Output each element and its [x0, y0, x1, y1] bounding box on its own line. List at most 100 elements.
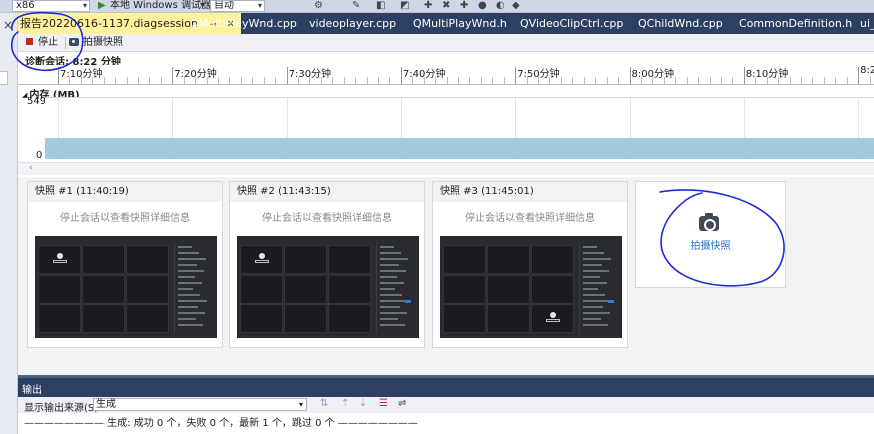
snapshot-card-3[interactable]: 快照 #3 (11:45:01) 停止会话以查看快照详细信息 — [432, 181, 628, 348]
take-snapshot-card[interactable]: 拍摄快照 — [635, 181, 786, 288]
tab-ui[interactable]: ui_ — [860, 13, 874, 34]
timeline-minor-tick — [320, 77, 322, 84]
tab-qchildwnd-cpp[interactable]: QChildWnd.cpp — [638, 13, 723, 34]
thumbnail-list-line — [380, 282, 404, 284]
thumbnail-badge-dot — [550, 312, 556, 318]
play-icon[interactable]: ▶ — [98, 0, 106, 11]
timeline-minor-tick — [309, 77, 311, 84]
take-snapshot-link[interactable]: 拍摄快照 — [636, 237, 785, 252]
snapshot-card-1[interactable]: 快照 #1 (11:40:19) 停止会话以查看快照详细信息 — [27, 181, 223, 348]
close-icon[interactable]: × — [3, 18, 13, 32]
thumbnail-video-cell — [328, 245, 371, 274]
thumbnail-video-cell — [328, 304, 371, 333]
thumbnail-list-line — [380, 270, 406, 272]
tab-qvideoclipctrl-cpp[interactable]: QVideoClipCtrl.cpp — [520, 13, 623, 34]
thumbnail-list-line — [380, 246, 394, 248]
timeline-minor-tick — [812, 77, 814, 84]
timeline-minor-tick — [138, 77, 139, 84]
toolbar-tool-icon[interactable]: ◆ — [512, 0, 520, 11]
output-source-select[interactable]: 生成 ▾ — [93, 398, 307, 411]
stop-button[interactable]: 停止 — [26, 36, 58, 50]
thumbnail-badge-caption — [255, 260, 269, 263]
tab-label: videoplayer.cpp — [309, 17, 397, 30]
timeline-minor-tick — [766, 77, 768, 84]
thumbnail-side-list — [579, 242, 619, 334]
snapshot-title: 快照 #1 (11:40:19) — [28, 182, 222, 202]
toolbar-tool-icon[interactable]: ◐ — [496, 0, 505, 11]
y-axis-max: 549 — [27, 96, 47, 107]
thumbnail-badge-caption — [546, 319, 560, 322]
debugger-dropdown-icon[interactable]: ▾ — [200, 0, 872, 9]
find-message-icon[interactable]: ⇅ — [320, 398, 328, 409]
toolbar-tool-icon[interactable]: ◩ — [400, 0, 409, 11]
next-message-icon[interactable]: ⇣ — [359, 398, 367, 409]
toolbar-tool-icon[interactable]: ◧ — [376, 0, 385, 11]
timeline-minor-tick — [778, 77, 780, 84]
memory-chart[interactable] — [45, 97, 874, 160]
thumbnail-video-cell — [240, 304, 283, 333]
output-source-value: 生成 — [96, 399, 116, 410]
chevron-left-icon[interactable]: ‹ — [29, 163, 33, 173]
tab-label: QVideoClipCtrl.cpp — [520, 17, 624, 30]
thumbnail-list-line — [583, 306, 603, 308]
debugger-label[interactable]: 本地 Windows 调试器 — [110, 0, 211, 11]
tab-commondefinition-h[interactable]: CommonDefinition.h — [739, 13, 852, 34]
output-title: 输出 — [22, 385, 42, 396]
timeline-minor-tick — [252, 77, 254, 84]
stop-label: 停止 — [38, 37, 58, 48]
toolbar-tool-icon[interactable]: ⚙ — [314, 0, 323, 11]
tab-qmultiplaywnd-h[interactable]: QMultiPlayWnd.h — [413, 13, 507, 34]
timeline-minor-tick — [126, 77, 128, 84]
tab-label: QMultiPlayWnd.h — [413, 17, 507, 30]
tab-label: QMultiPlayWnd.cpp — [190, 17, 297, 30]
thumbnail-list-line — [178, 312, 205, 314]
toolbar-tool-icon[interactable]: ✚ — [424, 0, 432, 11]
tab-videoplayer-cpp[interactable]: videoplayer.cpp — [309, 13, 396, 34]
thumbnail-list-line — [583, 258, 611, 260]
thumbnail-video-cell — [487, 274, 530, 304]
thumbnail-list-line — [380, 258, 408, 260]
snapshot-card-2[interactable]: 快照 #2 (11:43:15) 停止会话以查看快照详细信息 — [229, 181, 425, 348]
y-axis-min: 0 — [36, 150, 43, 161]
thumbnail-list-line — [380, 318, 398, 320]
toolbar-tool-icon[interactable]: ✎ — [352, 0, 360, 11]
platform-dropdown[interactable]: x86 ▾ — [12, 0, 90, 12]
prev-message-icon[interactable]: ⇡ — [341, 398, 349, 409]
memory-area-series — [45, 138, 874, 159]
toolbar-tool-icon[interactable]: ✖ — [442, 0, 450, 11]
word-wrap-icon[interactable]: ⇌ — [398, 398, 406, 409]
thumbnail-video-cell — [240, 274, 283, 304]
timeline-ruler[interactable]: 7:10分钟 7:20分钟 7:30分钟 7:40分钟 7:50分钟 8:00分钟 8:10… — [18, 65, 874, 85]
timeline-minor-tick — [435, 77, 437, 84]
thumbnail-list-line — [380, 276, 397, 278]
timeline-minor-tick — [755, 77, 757, 84]
tab-qmultiplaywnd-cpp[interactable]: QMultiPlayWnd.cpp — [190, 13, 297, 34]
thumbnail-list-line — [380, 252, 401, 254]
thumbnail-video-cell — [82, 245, 125, 274]
session-toolbar: 停止 拍摄快照 — [18, 34, 874, 52]
timeline-minor-tick — [366, 77, 368, 84]
thumbnail-badge-caption — [53, 260, 67, 263]
output-text-area[interactable]: ———————— 生成: 成功 0 个，失败 0 个，最新 1 个，跳过 0 个… — [18, 413, 874, 434]
timeline-minor-tick — [378, 77, 380, 84]
take-snapshot-button[interactable]: 拍摄快照 — [69, 36, 123, 50]
snapshot-area: 快照 #1 (11:40:19) 停止会话以查看快照详细信息 快照 #2 (11… — [18, 177, 874, 375]
thumbnail-video-cell — [284, 274, 327, 304]
toolbar-tool-icon[interactable]: ● — [478, 0, 487, 11]
timeline-major-tick — [858, 67, 860, 84]
timeline-minor-tick — [183, 77, 185, 84]
collapsed-panel-tab[interactable] — [0, 71, 8, 85]
timeline-major-tick — [58, 67, 59, 84]
config-dropdown[interactable]: 自动 ▾ — [210, 0, 265, 12]
stop-icon — [26, 38, 33, 45]
timeline-minor-tick — [652, 77, 654, 84]
thumbnail-list-line — [380, 312, 407, 314]
top-toolbar: x86 ▾ ▶ 本地 Windows 调试器 ▾ 自动 ▾ ⚙ ✎ ◧ ◩ ✚ … — [0, 0, 874, 13]
horizontal-scrollbar[interactable]: ‹ — [18, 162, 874, 175]
snapshot-message: 停止会话以查看快照详细信息 — [465, 213, 595, 224]
snapshot-thumbnail — [35, 236, 217, 338]
toolbar-tool-icon[interactable]: ✚ — [460, 0, 468, 11]
thumbnail-list-line — [178, 324, 203, 326]
clear-all-icon[interactable]: ☰ — [379, 398, 388, 409]
thumbnail-video-cell — [531, 245, 574, 274]
